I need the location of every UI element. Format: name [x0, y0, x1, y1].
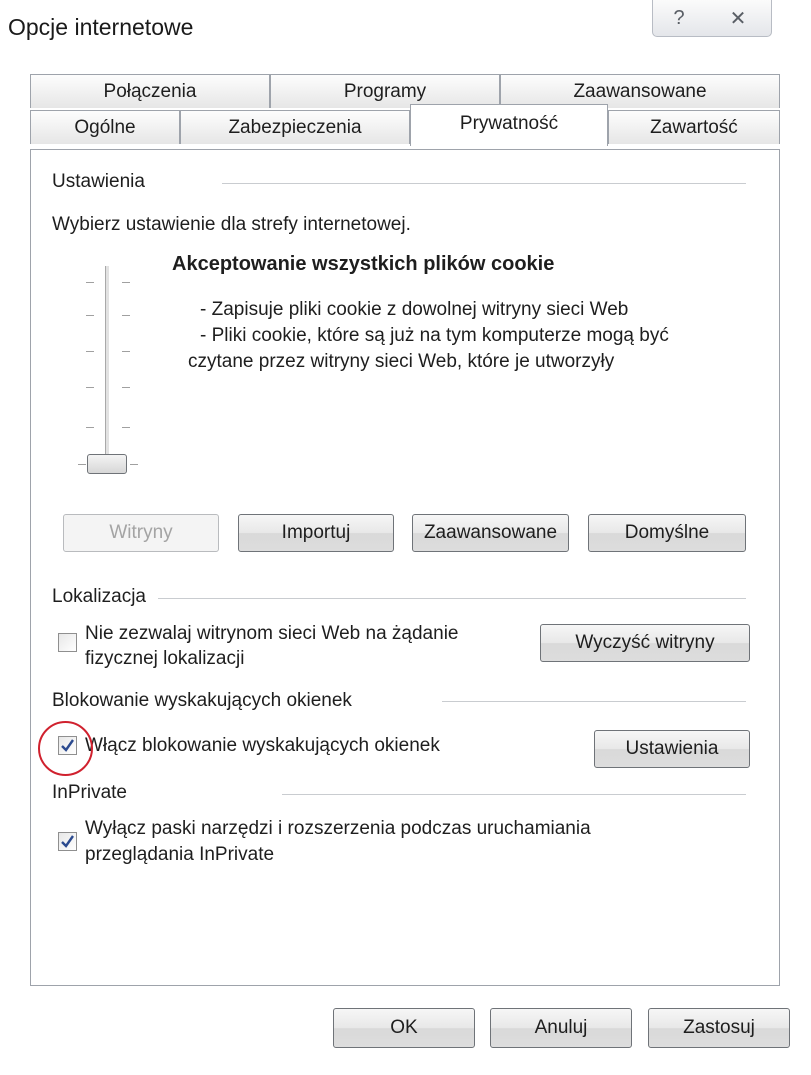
cancel-button[interactable]: Anuluj [490, 1008, 632, 1048]
zone-instruction: Wybierz ustawienie dla strefy internetow… [52, 214, 411, 235]
deny-location-checkbox[interactable] [58, 633, 77, 652]
inprivate-label-line2: przeglądania InPrivate [85, 844, 275, 865]
highlight-circle [38, 721, 93, 776]
checkmark-icon [61, 835, 74, 848]
location-group-label: Lokalizacja [52, 586, 150, 608]
ok-button[interactable]: OK [333, 1008, 475, 1048]
privacy-slider-track[interactable] [105, 266, 110, 474]
import-button[interactable]: Importuj [238, 514, 394, 552]
defaults-button[interactable]: Domyślne [588, 514, 746, 552]
apply-button[interactable]: Zastosuj [648, 1008, 790, 1048]
privacy-desc-line3: czytane przez witryny sieci Web, które j… [188, 351, 615, 372]
privacy-desc-line2: - Pliki cookie, które są już na tym komp… [200, 325, 669, 346]
inprivate-group-label: InPrivate [52, 782, 131, 804]
deny-location-label-line1: Nie zezwalaj witrynom sieci Web na żądan… [85, 623, 459, 644]
privacy-desc-line1: - Zapisuje pliki cookie z dowolnej witry… [200, 299, 629, 320]
popup-settings-button[interactable]: Ustawienia [594, 730, 750, 768]
popup-group-label: Blokowanie wyskakujących okienek [52, 690, 356, 712]
advanced-button[interactable]: Zaawansowane [412, 514, 569, 552]
inprivate-toolbars-checkbox[interactable] [58, 832, 77, 851]
deny-location-label-line2: fizycznej lokalizacji [85, 648, 245, 669]
settings-group-label: Ustawienia [52, 171, 149, 193]
popup-blocker-label: Włącz blokowanie wyskakujących okienek [85, 735, 440, 756]
clear-sites-button[interactable]: Wyczyść witryny [540, 624, 750, 662]
privacy-slider-thumb[interactable] [87, 454, 127, 474]
inprivate-label-line1: Wyłącz paski narzędzi i rozszerzenia pod… [85, 818, 591, 839]
sites-button[interactable]: Witryny [63, 514, 219, 552]
privacy-level-title: Akceptowanie wszystkich plików cookie [172, 253, 555, 275]
